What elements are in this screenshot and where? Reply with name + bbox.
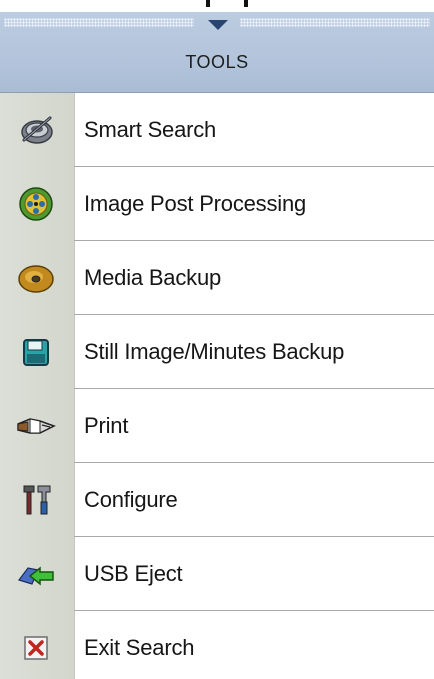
tools-menu-panel: TOOLS Smart Search Image Post Processing… <box>0 0 434 679</box>
tools-icon <box>16 480 56 520</box>
printer-hand-icon <box>16 406 56 446</box>
menu-item-label: Image Post Processing <box>84 191 307 216</box>
tick-mark <box>244 0 248 7</box>
menu-item-label: Still Image/Minutes Backup <box>84 339 345 364</box>
smart-search-icon <box>16 110 56 150</box>
menu-item-label: USB Eject <box>84 561 183 586</box>
top-strip <box>0 0 434 12</box>
tick-mark <box>206 0 210 7</box>
film-reel-icon <box>16 184 56 224</box>
menu-item-label: Exit Search <box>84 635 195 660</box>
collapse-arrow-icon[interactable] <box>208 20 228 30</box>
menu-item-still-image-minutes-backup[interactable]: Still Image/Minutes Backup <box>0 315 434 388</box>
menu-item-label: Media Backup <box>84 265 222 290</box>
close-icon <box>16 628 56 668</box>
menu-item-label: Configure <box>84 487 178 512</box>
menu-item-media-backup[interactable]: Media Backup <box>0 241 434 314</box>
header-title: TOOLS <box>185 52 249 72</box>
grip-dots-right <box>240 18 430 27</box>
menu-item-label: Smart Search <box>84 117 217 142</box>
tools-header[interactable]: TOOLS <box>0 12 434 93</box>
menu-item-smart-search[interactable]: Smart Search <box>0 93 434 166</box>
menu-item-configure[interactable]: Configure <box>0 463 434 536</box>
menu-item-image-post-processing[interactable]: Image Post Processing <box>0 167 434 240</box>
menu-item-exit-search[interactable]: Exit Search <box>0 611 434 679</box>
menu-item-label: Print <box>84 413 129 438</box>
disc-icon <box>16 258 56 298</box>
menu-item-usb-eject[interactable]: USB Eject <box>0 537 434 610</box>
menu-item-print[interactable]: Print <box>0 389 434 462</box>
grip-dots-left <box>4 18 194 27</box>
floppy-disk-icon <box>16 332 56 372</box>
usb-eject-icon <box>16 554 56 594</box>
